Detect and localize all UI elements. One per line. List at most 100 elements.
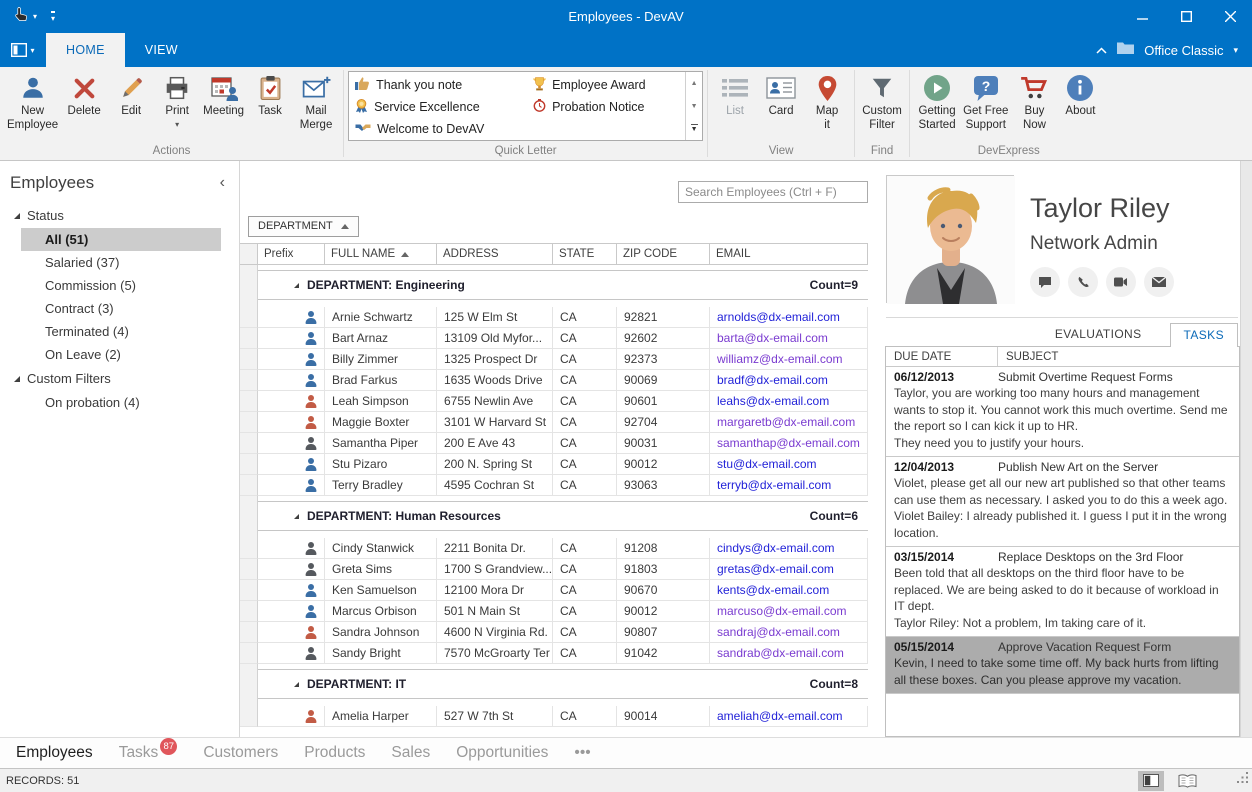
sidebar-collapse-button[interactable]: ‹ xyxy=(220,175,225,191)
meeting-button[interactable]: Meeting xyxy=(200,71,247,121)
bottom-tab-tasks[interactable]: Tasks87 xyxy=(106,744,191,762)
email-link[interactable]: samanthap@dx-email.com xyxy=(717,436,860,450)
print-caret-icon[interactable]: ▾ xyxy=(175,120,179,129)
sidebar-item-on-leave[interactable]: On Leave (2) xyxy=(21,343,221,366)
sidebar-item-all[interactable]: All (51) xyxy=(21,228,221,251)
row-indicator[interactable] xyxy=(240,412,258,433)
bottom-tab-customers[interactable]: Customers xyxy=(190,744,291,762)
row-indicator[interactable] xyxy=(240,349,258,370)
email-link[interactable]: stu@dx-email.com xyxy=(717,457,817,471)
row-indicator[interactable] xyxy=(240,559,258,580)
sidebar-item-contract[interactable]: Contract (3) xyxy=(21,297,221,320)
column-header-state[interactable]: STATE xyxy=(553,244,617,264)
table-row[interactable]: Bart Arnaz13109 Old Myfor...CA92602barta… xyxy=(240,328,868,349)
email-link[interactable]: terryb@dx-email.com xyxy=(717,478,831,492)
tab-view[interactable]: VIEW xyxy=(125,33,198,67)
skin-caret-icon[interactable]: ▾ xyxy=(1233,45,1238,56)
row-indicator[interactable] xyxy=(240,538,258,559)
table-row[interactable]: Amelia Harper527 W 7th StCA90014ameliah@… xyxy=(240,706,868,727)
delete-button[interactable]: Delete xyxy=(61,71,107,121)
bottom-tab-opportunities[interactable]: Opportunities xyxy=(443,744,561,762)
task-item[interactable]: 05/15/2014Approve Vacation Request FormK… xyxy=(886,637,1239,694)
app-menu-button[interactable]: ▾ xyxy=(0,33,46,67)
getting-started-button[interactable]: Getting Started xyxy=(914,71,960,135)
panel-gutter[interactable] xyxy=(1240,161,1252,737)
bottom-tab-employees[interactable]: Employees xyxy=(16,744,106,762)
minimize-button[interactable] xyxy=(1120,0,1164,33)
row-indicator[interactable] xyxy=(240,601,258,622)
column-header-full-name[interactable]: FULL NAME xyxy=(325,244,437,264)
column-header-address[interactable]: ADDRESS xyxy=(437,244,553,264)
list-view-button[interactable]: List xyxy=(712,71,758,121)
task-item[interactable]: 06/12/2013Submit Overtime Request FormsT… xyxy=(886,367,1239,457)
tasks-header-due-date[interactable]: DUE DATE xyxy=(886,347,998,366)
table-row[interactable]: Billy Zimmer1325 Prospect DrCA92373willi… xyxy=(240,349,868,370)
table-row[interactable]: Cindy Stanwick2211 Bonita Dr.CA91208cind… xyxy=(240,538,868,559)
email-link[interactable]: gretas@dx-email.com xyxy=(717,562,834,576)
about-button[interactable]: About xyxy=(1057,71,1103,121)
row-indicator[interactable] xyxy=(240,580,258,601)
group-row-it[interactable]: DEPARTMENT: ITCount=8 xyxy=(240,669,868,699)
row-indicator[interactable] xyxy=(240,391,258,412)
sidebar-item-commission[interactable]: Commission (5) xyxy=(21,274,221,297)
row-indicator[interactable] xyxy=(240,433,258,454)
skin-selector[interactable]: Office Classic xyxy=(1144,43,1223,58)
column-header-email[interactable]: EMAIL xyxy=(710,244,868,264)
collapse-ribbon-button[interactable] xyxy=(1096,41,1107,59)
table-row[interactable]: Greta Sims1700 S Grandview...CA91803gret… xyxy=(240,559,868,580)
map-it-button[interactable]: Map it xyxy=(804,71,850,135)
task-item[interactable]: 12/04/2013Publish New Art on the ServerV… xyxy=(886,457,1239,547)
get-free-support-button[interactable]: ? Get Free Support xyxy=(960,71,1011,135)
bottom-tab-more[interactable]: ••• xyxy=(561,744,603,762)
buy-now-button[interactable]: Buy Now xyxy=(1011,71,1057,135)
reading-view-button[interactable] xyxy=(1174,771,1200,791)
email-link[interactable]: bradf@dx-email.com xyxy=(717,373,828,387)
table-row[interactable]: Marcus Orbison501 N Main StCA90012marcus… xyxy=(240,601,868,622)
table-row[interactable]: Terry Bradley4595 Cochran StCA93063terry… xyxy=(240,475,868,496)
quick-letter-item-employee-award[interactable]: Employee Award xyxy=(533,74,685,96)
table-row[interactable]: Maggie Boxter3101 W Harvard StCA92704mar… xyxy=(240,412,868,433)
row-indicator[interactable] xyxy=(240,454,258,475)
sidebar-item-salaried[interactable]: Salaried (37) xyxy=(21,251,221,274)
gallery-down-icon[interactable]: ▼ xyxy=(686,95,702,118)
email-link[interactable]: kents@dx-email.com xyxy=(717,583,829,597)
phone-button[interactable] xyxy=(1068,267,1098,297)
video-call-button[interactable] xyxy=(1106,267,1136,297)
bottom-tab-sales[interactable]: Sales xyxy=(378,744,443,762)
row-indicator[interactable] xyxy=(240,622,258,643)
chat-button[interactable] xyxy=(1030,267,1060,297)
email-link[interactable]: barta@dx-email.com xyxy=(717,331,828,345)
email-link[interactable]: margaretb@dx-email.com xyxy=(717,415,855,429)
detail-layout-toggle-button[interactable] xyxy=(1138,771,1164,791)
search-input[interactable] xyxy=(678,181,868,203)
print-button[interactable]: Print ▾ xyxy=(154,71,200,131)
email-link[interactable]: leahs@dx-email.com xyxy=(717,394,829,408)
tab-evaluations[interactable]: EVALUATIONS xyxy=(1055,327,1142,346)
table-row[interactable]: Leah Simpson6755 Newlin AveCA90601leahs@… xyxy=(240,391,868,412)
maximize-button[interactable] xyxy=(1164,0,1208,33)
column-header-prefix[interactable]: Prefix xyxy=(258,244,325,264)
email-link[interactable]: ameliah@dx-email.com xyxy=(717,709,843,723)
close-button[interactable] xyxy=(1208,0,1252,33)
resize-grip[interactable] xyxy=(1237,771,1249,789)
sidebar-group-status[interactable]: Status xyxy=(0,203,239,228)
new-employee-button[interactable]: New Employee xyxy=(4,71,61,135)
task-item[interactable]: 03/15/2014Replace Desktops on the 3rd Fl… xyxy=(886,547,1239,637)
email-link[interactable]: cindys@dx-email.com xyxy=(717,541,835,555)
quick-letter-item-welcome-to-devav[interactable]: Welcome to DevAV xyxy=(355,118,533,140)
column-header-zip-code[interactable]: ZIP CODE xyxy=(617,244,710,264)
email-link[interactable]: sandrab@dx-email.com xyxy=(717,646,844,660)
email-link[interactable]: arnolds@dx-email.com xyxy=(717,310,840,324)
quick-letter-item-probation-notice[interactable]: Probation Notice xyxy=(533,96,685,118)
tab-tasks[interactable]: TASKS xyxy=(1170,323,1238,347)
sidebar-group-custom-filters[interactable]: Custom Filters xyxy=(0,366,239,391)
edit-button[interactable]: Edit ▾ xyxy=(108,71,154,131)
custom-filter-button[interactable]: Custom Filter xyxy=(859,71,905,135)
table-row[interactable]: Arnie Schwartz125 W Elm StCA92821arnolds… xyxy=(240,307,868,328)
email-button[interactable] xyxy=(1144,267,1174,297)
email-link[interactable]: marcuso@dx-email.com xyxy=(717,604,847,618)
table-row[interactable]: Sandra Johnson4600 N Virginia Rd.CA90807… xyxy=(240,622,868,643)
row-indicator[interactable] xyxy=(240,475,258,496)
group-row-engineering[interactable]: DEPARTMENT: EngineeringCount=9 xyxy=(240,270,868,300)
gallery-up-icon[interactable]: ▲ xyxy=(686,72,702,95)
